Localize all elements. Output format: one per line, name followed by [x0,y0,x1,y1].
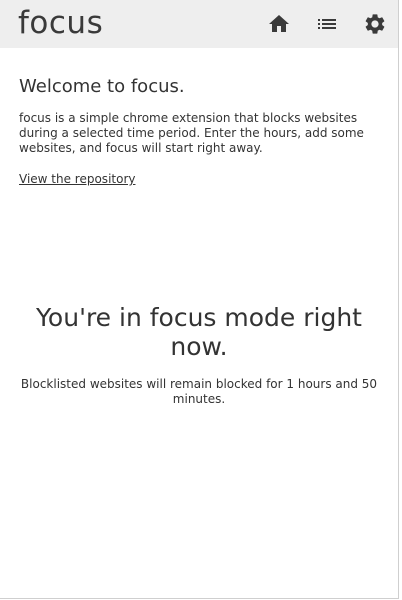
gear-icon [365,14,385,34]
header-bar: focus [0,0,398,48]
extension-popup: focus Welcome to focus. focus is a simpl… [0,0,399,599]
home-button[interactable] [266,11,292,37]
home-icon [269,15,289,32]
app-logo: focus [18,4,104,41]
repository-link[interactable]: View the repository [19,172,135,186]
focus-mode-title: You're in focus mode right now. [35,303,362,361]
list-button[interactable] [314,11,340,37]
welcome-section: Welcome to focus. focus is a simple chro… [0,48,398,187]
welcome-title: Welcome to focus. [19,76,185,97]
focus-mode-message: Blocklisted websites will remain blocked… [20,377,378,406]
focus-mode-section: You're in focus mode right now. Blocklis… [0,303,398,407]
settings-button[interactable] [362,11,388,37]
header-nav [266,0,388,48]
list-icon [318,19,336,29]
welcome-description: focus is a simple chrome extension that … [19,111,364,155]
